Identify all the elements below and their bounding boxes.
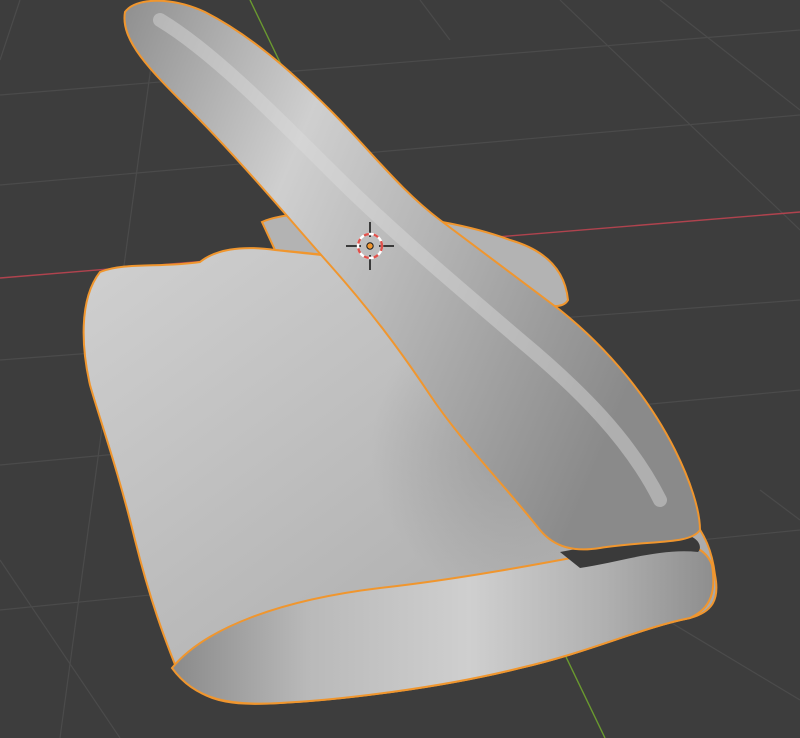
3d-viewport[interactable] xyxy=(0,0,800,738)
viewport-canvas[interactable] xyxy=(0,0,800,738)
hand-mesh[interactable] xyxy=(82,0,718,705)
object-origin-icon xyxy=(366,242,374,250)
